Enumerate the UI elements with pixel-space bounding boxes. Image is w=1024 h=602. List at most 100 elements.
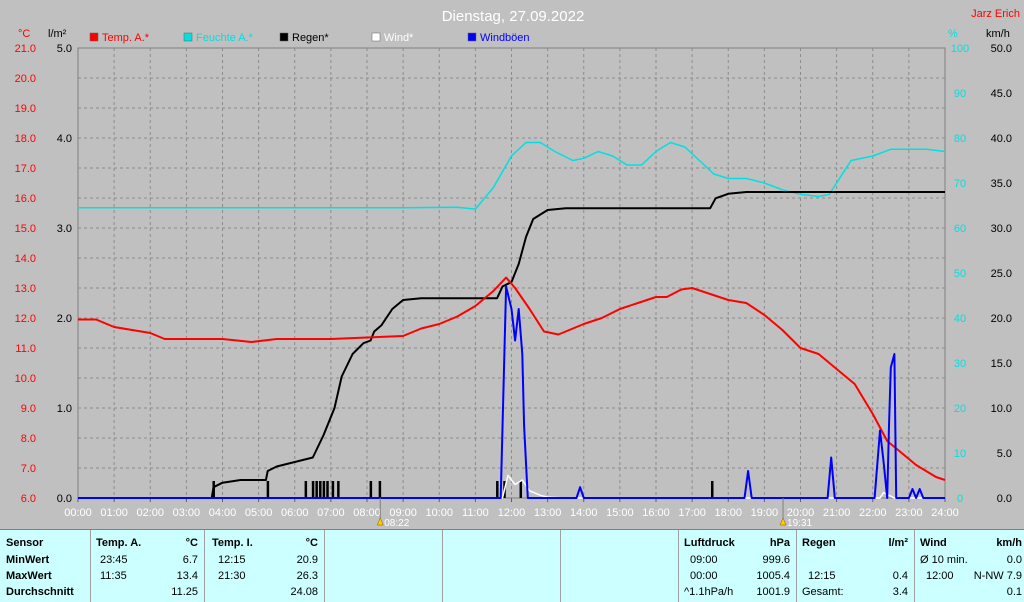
time-tick-label: 17:00 [678,507,706,519]
wind-avg-label: Ø 10 min. [920,554,968,566]
pressure-max-time: 00:00 [690,570,718,582]
time-tick-label: 11:00 [462,507,489,519]
wind-tick-label: 40.0 [991,133,1012,145]
time-tick-label: 10:00 [425,507,453,519]
time-tick-label: 16:00 [642,507,670,519]
temp-tick-label: 20.0 [15,73,36,85]
temp-i-min-time: 12:15 [218,554,246,566]
temp-a-min-value: 6.7 [182,554,198,566]
empty-column-3 [560,530,679,602]
wind-column: Wind km/h Ø 10 min. 0.0 12:00 N-NW 7.9 0… [914,530,1024,602]
rain-bar [326,481,329,498]
humidity-tick-label: 0 [957,493,963,505]
temp-tick-label: 15.0 [15,223,36,235]
time-tick-label: 08:00 [353,507,381,519]
rain-total-value: 3.4 [892,586,908,598]
rain-bar [319,481,322,498]
wind-tick-label: 50.0 [991,43,1012,55]
sunrise-icon [376,517,384,526]
rain-tick-label: 3.0 [57,223,72,235]
time-tick-label: 23:00 [895,507,923,519]
rain-tick-label: 4.0 [57,133,72,145]
time-tick-label: 24:00 [931,507,959,519]
time-tick-label: 05:00 [245,507,273,519]
time-tick-label: 03:00 [173,507,201,519]
rain-column: Regen l/m² 12:15 0.4 Gesamt: 3.4 [796,530,915,602]
rain-bar [331,481,335,498]
time-tick-label: 12:00 [498,507,526,519]
wind-day-average: 0.1 [1006,586,1022,598]
wind-tick-label: 25.0 [991,268,1012,280]
time-tick-label: 02:00 [136,507,164,519]
temp-tick-label: 11.0 [15,343,36,355]
wind-tick-label: 20.0 [991,313,1012,325]
time-tick-label: 14:00 [570,507,598,519]
statistics-panel: Sensor MinWert MaxWert Durchschnitt Temp… [0,529,1024,602]
temp-i-min-value: 20.9 [296,554,318,566]
time-tick-label: 13:00 [534,507,562,519]
rain-max-time: 12:15 [808,570,836,582]
humidity-tick-label: 30 [954,358,966,370]
time-tick-label: 19:00 [751,507,779,519]
temp-a-average: 11.25 [171,586,198,598]
temp-a-column: Temp. A. °C 23:45 6.7 11:35 13.4 11.25 [90,530,205,602]
pressure-header: Luftdruck [684,537,735,549]
temp-i-unit: °C [305,537,318,549]
temp-axis-unit: °C [18,28,30,40]
humidity-tick-label: 10 [954,448,966,460]
time-tick-label: 00:00 [64,507,92,519]
pressure-unit: hPa [769,537,790,549]
legend-label: Temp. A.* [102,32,150,44]
temp-tick-label: 12.0 [15,313,36,325]
rain-bar [322,481,326,498]
row-label-avg: Durchschnitt [6,586,74,598]
temp-tick-label: 17.0 [15,163,36,175]
time-tick-label: 01:00 [100,507,128,519]
rain-total-label: Gesamt: [802,586,844,598]
rain-tick-label: 1.0 [57,403,72,415]
rain-bar [266,481,270,498]
temp-a-max-time: 11:35 [100,570,127,582]
humidity-tick-label: 70 [954,178,966,190]
sunset-icon [779,517,787,526]
wind-unit: km/h [996,537,1022,549]
row-label-min: MinWert [6,554,50,566]
pressure-column: Luftdruck hPa 09:00 999.6 00:00 1005.4 ^… [678,530,797,602]
rain-header: Regen [802,537,836,549]
legend: Temp. A.* Feuchte A.* Regen* Wind* Windböen [89,32,530,44]
legend-label: Windböen [480,32,530,44]
legend-label: Regen* [292,32,329,44]
temp-tick-label: 7.0 [21,463,36,475]
rain-unit: l/m² [888,537,908,549]
time-tick-label: 07:00 [317,507,345,519]
sensor-header: Sensor [6,537,44,549]
humidity-tick-label: 40 [954,313,966,325]
temp-tick-label: 16.0 [15,193,36,205]
humidity-tick-label: 80 [954,133,966,145]
humidity-tick-label: 20 [954,403,966,415]
wind-tick-label: 5.0 [997,448,1012,460]
wind-tick-label: 0.0 [997,493,1012,505]
time-tick-label: 21:00 [823,507,851,519]
temp-a-unit: °C [185,537,198,549]
temp-tick-label: 9.0 [21,403,36,415]
legend-swatch [371,32,381,42]
temp-i-header: Temp. I. [212,537,253,549]
pressure-trend: ^1.1hPa/h [684,586,734,598]
chart-title: Dienstag, 27.09.2022 [442,8,585,25]
legend-label: Wind* [384,32,414,44]
temp-tick-label: 18.0 [15,133,36,145]
time-tick-label: 22:00 [859,507,887,519]
temp-tick-label: 21.0 [15,43,36,55]
humidity-tick-label: 100 [951,43,969,55]
rain-bar [337,481,340,498]
wind-max-time: 12:00 [926,570,954,582]
rain-bar [519,481,523,498]
legend-swatch [467,32,477,42]
wind-tick-label: 15.0 [991,358,1012,370]
row-label-max: MaxWert [6,570,52,582]
temp-tick-label: 19.0 [15,103,36,115]
wind-tick-label: 35.0 [991,178,1012,190]
temp-tick-label: 8.0 [21,433,36,445]
humidity-tick-label: 50 [954,268,966,280]
